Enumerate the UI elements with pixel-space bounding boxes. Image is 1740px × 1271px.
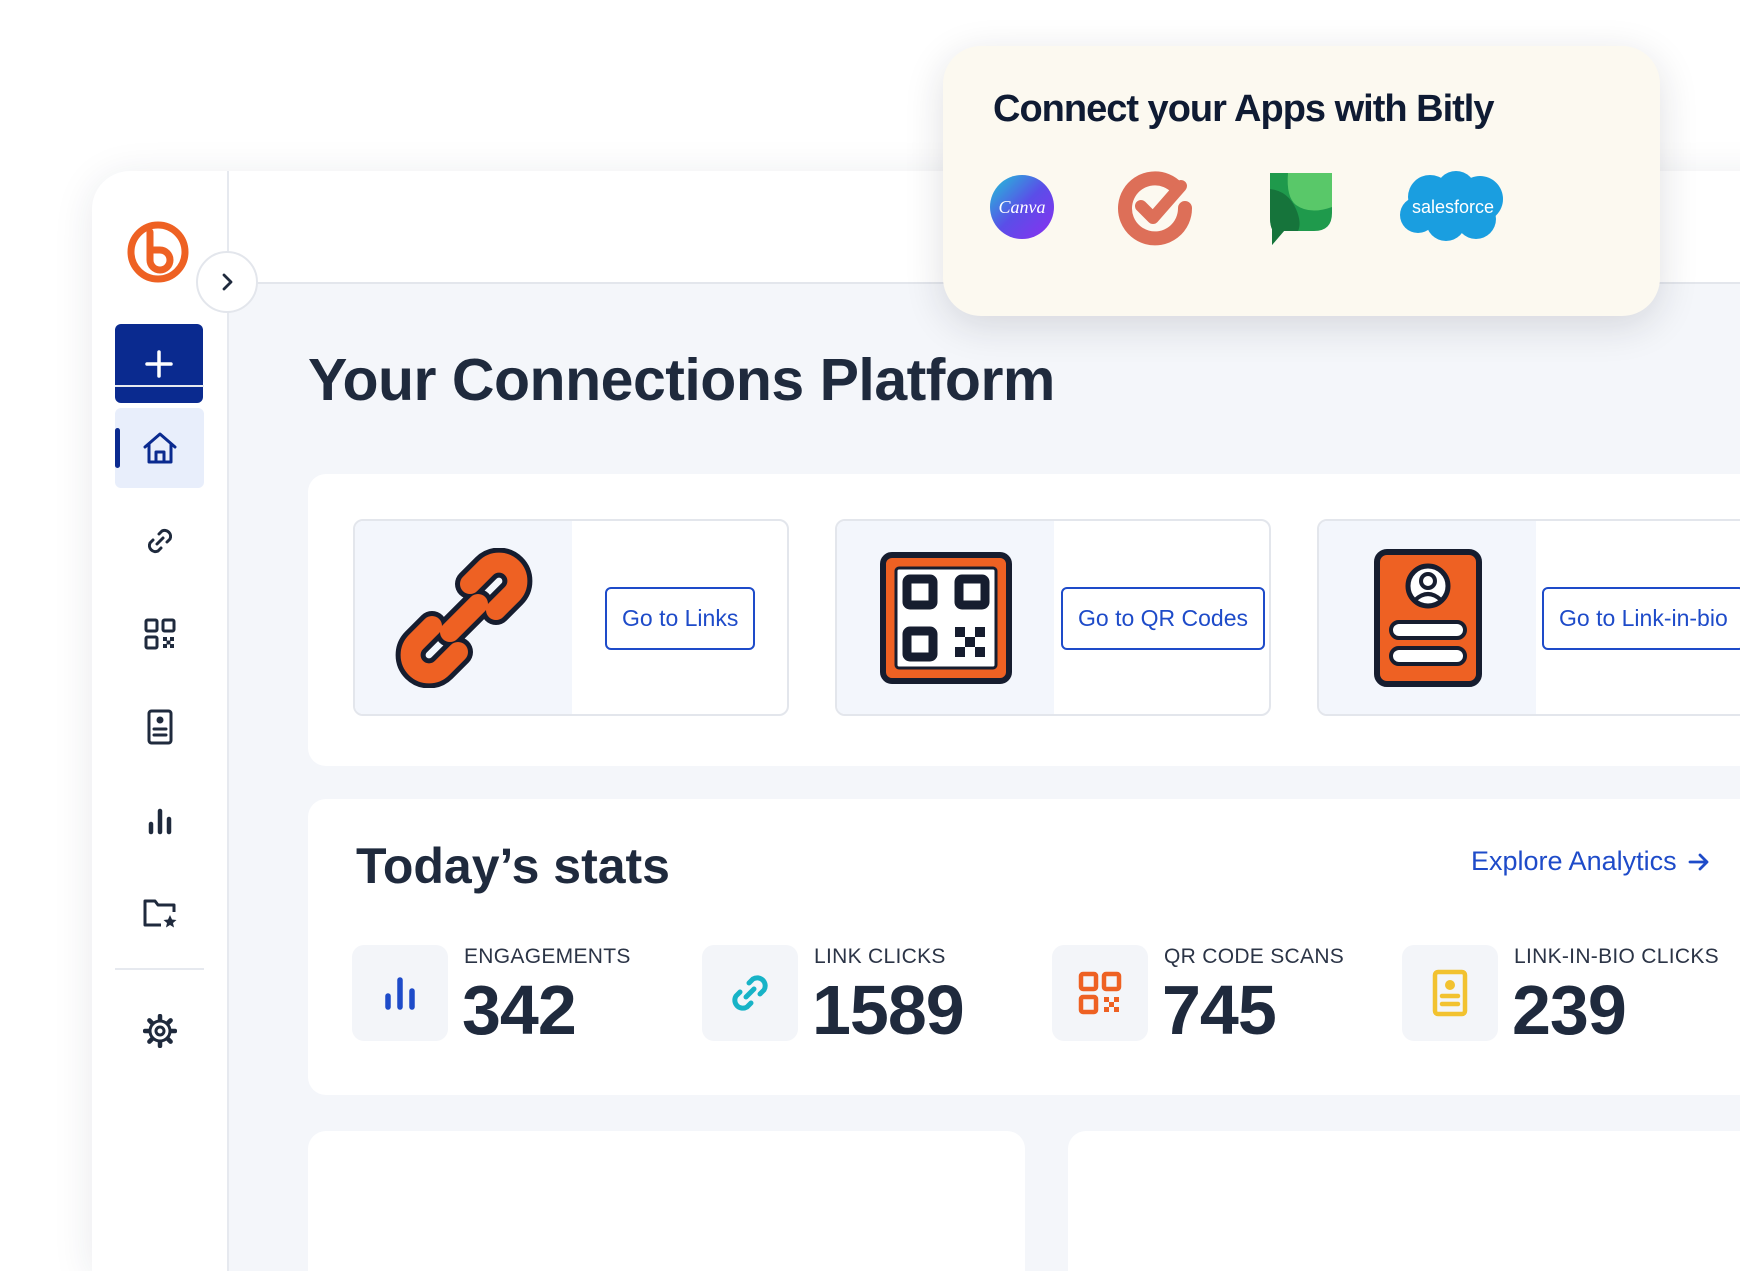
arrow-right-icon	[1688, 853, 1709, 870]
qr-scans-icon-tile	[1052, 945, 1148, 1041]
todoist-logo-icon[interactable]	[1115, 168, 1195, 248]
todays-stats-panel: Today’s stats Explore Analytics ENGAGEME…	[308, 799, 1740, 1095]
go-to-links-button[interactable]: Go to Links	[605, 587, 756, 650]
salesforce-wordmark: salesforce	[1412, 197, 1494, 217]
sidebar	[92, 171, 229, 1271]
nav-link-in-bio[interactable]	[115, 687, 204, 767]
go-to-link-in-bio-button[interactable]: Go to Link-in-bio	[1542, 587, 1740, 650]
nav-links[interactable]	[115, 501, 204, 581]
canva-logo-icon[interactable]: Canva	[989, 174, 1055, 240]
sidebar-expand-button[interactable]	[196, 251, 258, 313]
sprout-social-logo-icon[interactable]	[1268, 167, 1334, 247]
link-icon	[147, 528, 172, 554]
qr-code-illustration-icon	[879, 551, 1012, 684]
explore-analytics-link[interactable]: Explore Analytics	[1471, 846, 1711, 877]
link-in-bio-shortcut-card: Go to Link-in-bio	[1317, 519, 1740, 716]
stat-value: 1589	[812, 971, 965, 1049]
shortcuts-panel: Go to Links Go to QR Codes Go to Link-in…	[308, 474, 1740, 766]
stat-label: QR CODE SCANS	[1164, 945, 1345, 968]
stat-value: 342	[462, 971, 577, 1049]
salesforce-logo-icon[interactable]: salesforce	[1396, 169, 1508, 247]
bottom-card-right	[1068, 1131, 1740, 1271]
link-icon	[732, 975, 768, 1011]
bar-chart-icon	[148, 808, 171, 835]
create-button[interactable]	[115, 324, 203, 403]
qr-icon	[1078, 971, 1122, 1015]
canva-wordmark: Canva	[999, 197, 1046, 217]
stats-title: Today’s stats	[356, 838, 670, 894]
folder-star-icon	[143, 899, 176, 928]
chevron-right-icon	[222, 273, 233, 291]
nav-settings[interactable]	[115, 991, 204, 1071]
engagements-icon-tile	[352, 945, 448, 1041]
gear-icon	[142, 1014, 177, 1048]
link-in-bio-illustration	[1319, 521, 1536, 714]
stat-value: 745	[1162, 971, 1277, 1049]
integrations-title: Connect your Apps with Bitly	[993, 88, 1494, 130]
integrations-popup: Connect your Apps with Bitly Canva sales…	[943, 46, 1660, 316]
page-icon	[147, 709, 172, 745]
profile-page-illustration-icon	[1373, 548, 1482, 687]
qr-shortcut-card: Go to QR Codes	[835, 519, 1271, 716]
links-shortcut-card: Go to Links	[353, 519, 789, 716]
sidebar-divider	[115, 968, 204, 970]
nav-qr-codes[interactable]	[115, 594, 204, 674]
bitly-logo-icon[interactable]	[124, 218, 192, 286]
sidebar-divider	[115, 385, 204, 387]
stat-value: 239	[1512, 971, 1627, 1049]
stat-label: LINK CLICKS	[814, 945, 946, 968]
bottom-card-left	[308, 1131, 1025, 1271]
chain-link-illustration-icon	[395, 547, 532, 688]
links-illustration	[355, 521, 572, 714]
link-in-bio-icon-tile	[1402, 945, 1498, 1041]
link-clicks-icon-tile	[702, 945, 798, 1041]
app-window: Your Connections Platform Go to Links Go…	[92, 171, 1740, 1271]
nav-campaigns[interactable]	[115, 873, 204, 953]
home-icon	[143, 432, 176, 464]
qr-illustration	[837, 521, 1054, 714]
go-to-qr-codes-button[interactable]: Go to QR Codes	[1061, 587, 1266, 650]
explore-analytics-label: Explore Analytics	[1471, 846, 1677, 876]
bar-chart-icon	[385, 977, 415, 1010]
qr-code-icon	[144, 618, 175, 650]
page-icon	[1432, 969, 1468, 1017]
nav-home[interactable]	[115, 408, 204, 488]
page-title: Your Connections Platform	[308, 347, 1055, 413]
plus-icon	[145, 349, 173, 378]
stat-label: ENGAGEMENTS	[464, 945, 631, 968]
stat-label: LINK-IN-BIO CLICKS	[1514, 945, 1719, 968]
nav-analytics[interactable]	[115, 780, 204, 860]
